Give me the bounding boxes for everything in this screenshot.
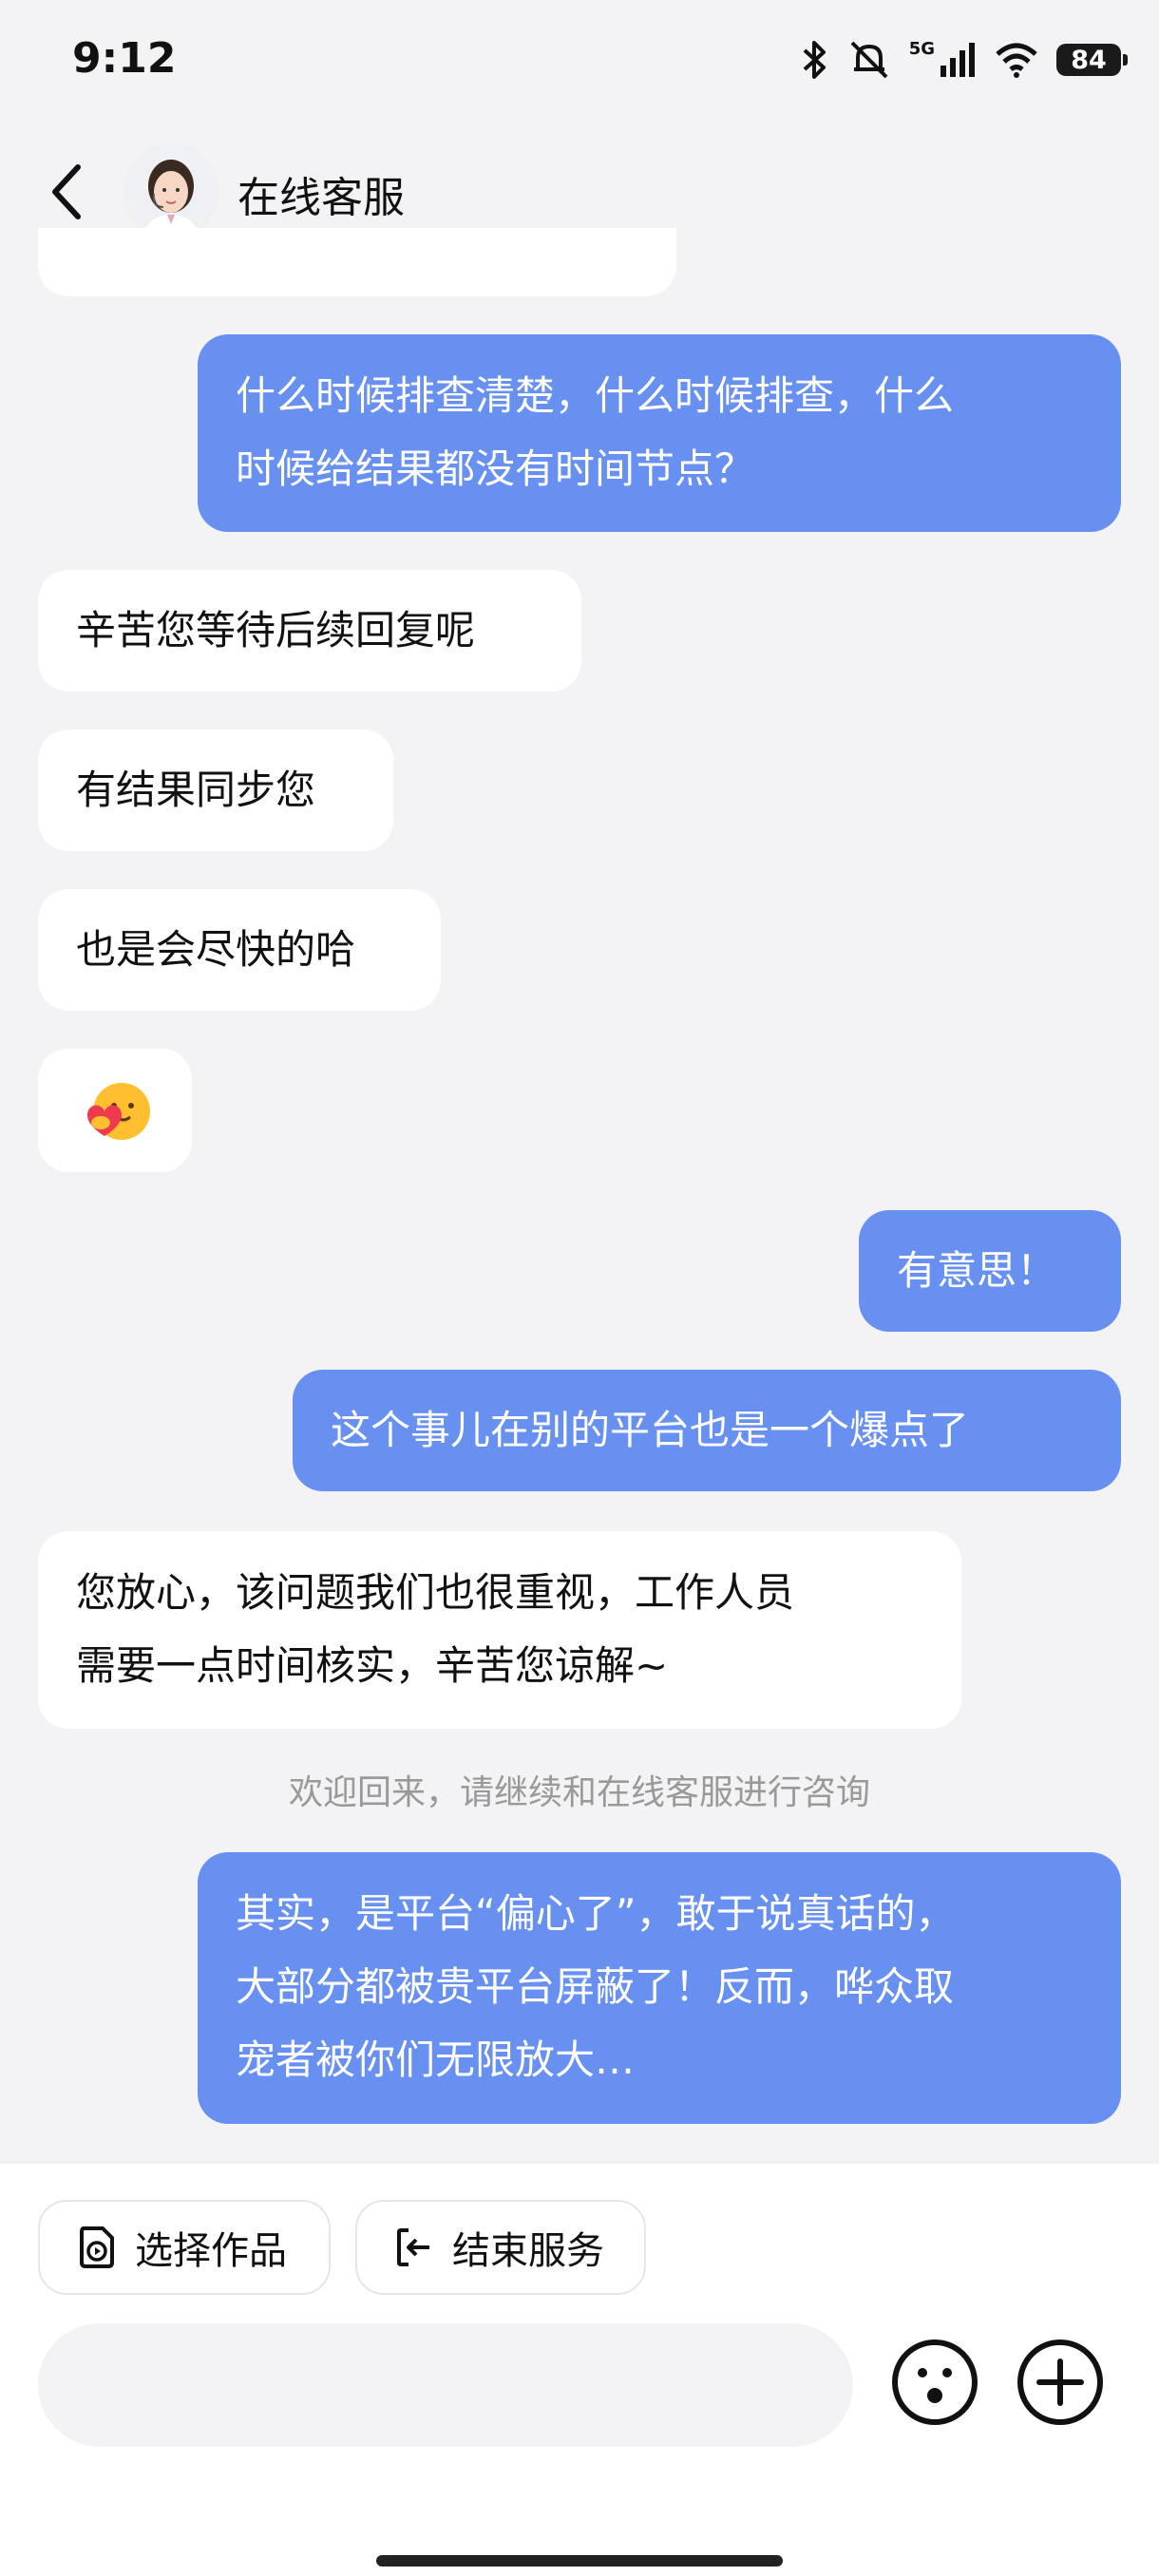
- back-arrow-icon[interactable]: [42, 154, 99, 230]
- emoji-face-icon[interactable]: [889, 2337, 980, 2428]
- bottom-panel: 选择作品 结束服务: [0, 2164, 1159, 2576]
- message-text-line: 宠者被你们无限放大…: [236, 2036, 636, 2083]
- signal-icon: [940, 43, 975, 77]
- battery-icon: 84: [1056, 44, 1128, 76]
- message-text-line: 也是会尽快的哈: [76, 926, 356, 973]
- end-service-button[interactable]: 结束服务: [355, 2200, 646, 2295]
- select-work-icon: [80, 2226, 114, 2268]
- chat-title: 在线客服: [238, 174, 405, 222]
- select-work-button[interactable]: 选择作品: [38, 2200, 331, 2295]
- message-input[interactable]: [38, 2323, 853, 2447]
- message-bubble-agent: 您放心，该问题我们也很重视，工作人员 需要一点时间核实，辛苦您谅解~: [38, 1531, 961, 1729]
- battery-level: 84: [1071, 45, 1107, 75]
- message-bubble-agent: 也是会尽快的哈: [38, 889, 441, 1011]
- message-bubble-agent: 辛苦您等待后续回复呢: [38, 570, 581, 691]
- system-notice: 欢迎回来，请继续和在线客服进行咨询: [288, 1773, 870, 1812]
- end-service-label: 结束服务: [452, 2229, 604, 2273]
- home-indicator[interactable]: [376, 2555, 783, 2567]
- message-bubble-user: 什么时候排查清楚，什么时候排查，什么 时候给结果都没有时间节点？: [198, 334, 1121, 532]
- message-bubble-user: 这个事儿在别的平台也是一个爆点了: [293, 1370, 1121, 1491]
- mute-bell-icon: [850, 41, 888, 79]
- network-type: 5G: [908, 38, 935, 59]
- message-list[interactable]: 什么时候排查清楚，什么时候排查，什么 时候给结果都没有时间节点？ 辛苦您等待后续…: [0, 228, 1159, 2164]
- message-bubble-agent: 有结果同步您: [38, 729, 393, 851]
- plus-icon[interactable]: [1015, 2337, 1106, 2428]
- message-bubble-user: 有意思！: [859, 1210, 1121, 1332]
- message-text-line: 其实，是平台“偏心了”，敢于说真话的，: [236, 1890, 956, 1937]
- message-text-line: 什么时候排查清楚，什么时候排查，什么: [236, 372, 955, 419]
- message-text-line: 辛苦您等待后续回复呢: [76, 607, 476, 653]
- agent-avatar[interactable]: [124, 144, 218, 239]
- message-text-line: 您放心，该问题我们也很重视，工作人员: [76, 1569, 795, 1616]
- message-bubble-agent-emoji: [38, 1049, 192, 1172]
- exit-icon: [397, 2228, 429, 2266]
- message-text-line: 有结果同步您: [76, 767, 316, 813]
- wifi-icon: [996, 43, 1037, 78]
- message-text-line: 需要一点时间核实，辛苦您谅解~: [76, 1642, 669, 1689]
- message-text-line: 时候给结果都没有时间节点？: [236, 445, 755, 492]
- bluetooth-icon: [803, 41, 826, 79]
- message-text-line: 这个事儿在别的平台也是一个爆点了: [331, 1407, 970, 1453]
- status-icons: 5G 84: [801, 36, 1128, 84]
- message-text-line: 有意思！: [897, 1247, 1057, 1294]
- select-work-label: 选择作品: [135, 2229, 287, 2273]
- message-text-line: 大部分都被贵平台屏蔽了！反而，哗众取: [236, 1963, 955, 2010]
- message-bubble-partial: [38, 228, 676, 296]
- status-time: 9:12: [72, 34, 177, 83]
- hug-heart-emoji: [87, 1083, 150, 1140]
- message-bubble-user: 其实，是平台“偏心了”，敢于说真话的， 大部分都被贵平台屏蔽了！反而，哗众取 宠…: [198, 1852, 1121, 2124]
